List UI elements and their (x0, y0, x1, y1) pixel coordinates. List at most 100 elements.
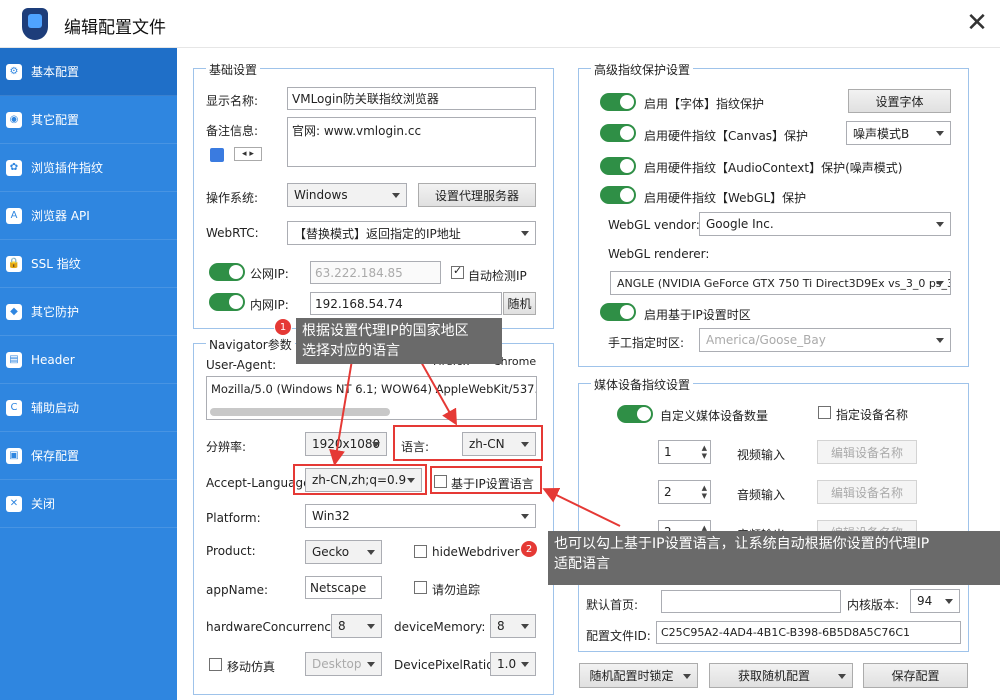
spinner-arrows-icon[interactable]: ▲▼ (702, 484, 707, 500)
save-config-button[interactable]: 保存配置 (863, 663, 968, 688)
mobile-emulation-checkbox[interactable] (209, 658, 222, 671)
product-select[interactable]: Gecko (305, 540, 382, 564)
timezone-value: America/Goose_Bay (706, 333, 826, 347)
specify-device-name-checkbox[interactable] (818, 406, 831, 419)
random-ip-button[interactable]: 随机 (503, 292, 536, 315)
audio-protection-label: 启用硬件指纹【AudioContext】保护(噪声模式) (644, 161, 903, 175)
auto-detect-checkbox[interactable] (451, 264, 464, 279)
sidebar-item-6[interactable]: ▤ Header (0, 336, 177, 384)
sidebar-item-8[interactable]: ▣ 保存配置 (0, 432, 177, 480)
chevron-down-icon (521, 231, 529, 236)
product-label: Product: (206, 544, 256, 558)
media-count-spinner[interactable]: 2 ▲▼ (658, 480, 711, 504)
edit-device-name-button[interactable]: 编辑设备名称 (817, 440, 917, 464)
kernel-version-value: 94 (917, 594, 933, 608)
hide-webdriver-label: hideWebdriver (432, 545, 520, 559)
timezone-select[interactable]: America/Goose_Bay (699, 328, 951, 352)
spinner-arrows-icon[interactable]: ▲▼ (702, 444, 707, 460)
chevron-down-icon (521, 624, 529, 629)
edit-device-name-button[interactable]: 编辑设备名称 (817, 480, 917, 504)
sidebar-item-label: 基本配置 (31, 65, 80, 79)
hw-concurrency-label: hardwareConcurrency: (206, 620, 342, 634)
canvas-mode-select[interactable]: 噪声模式B (846, 121, 951, 145)
sidebar-item-1[interactable]: ◉ 其它配置 (0, 96, 177, 144)
lock-on-random-button[interactable]: 随机配置时锁定 (579, 663, 698, 688)
chevron-down-icon (521, 662, 529, 667)
profile-id-input[interactable]: C25C95A2-4AD4-4B1C-B398-6B5D8A5C76C1 (656, 621, 961, 644)
dpr-select[interactable]: 1.0 (490, 652, 536, 676)
sidebar-item-9[interactable]: ✕ 关闭 (0, 480, 177, 528)
sidebar-item-0[interactable]: ⚙ 基本配置 (0, 48, 177, 96)
specify-device-name-label: 指定设备名称 (836, 408, 909, 422)
ua-scrollbar[interactable] (210, 408, 390, 416)
nav-arrows-icon[interactable]: ◂ ▸ (234, 147, 262, 161)
chevron-down-icon (367, 624, 375, 629)
sidebar: ⚙ 基本配置 ◉ 其它配置 ✿ 浏览插件指纹 A 浏览器 API 🔒 SSL 指纹 ◆ 其它防护 ▤ He… (0, 48, 177, 700)
close-icon[interactable]: ✕ (964, 8, 990, 38)
lock-icon: 🔒 (6, 255, 22, 272)
home-icon[interactable] (210, 148, 224, 162)
notes-textarea[interactable]: 官网: www.vmlogin.cc (287, 117, 536, 167)
chevron-down-icon (936, 281, 944, 286)
sidebar-item-4[interactable]: 🔒 SSL 指纹 (0, 240, 177, 288)
sidebar-item-label: 辅助启动 (31, 401, 80, 415)
device-memory-select[interactable]: 8 (490, 614, 536, 638)
get-random-config-label: 获取随机配置 (737, 669, 810, 683)
group-title: 高级指纹保护设置 (591, 61, 694, 78)
cmd-icon: C (6, 399, 22, 416)
private-ip-input[interactable]: 192.168.54.74 (310, 292, 502, 315)
sidebar-item-label: 浏览器 API (31, 209, 90, 223)
sidebar-item-7[interactable]: C 辅助启动 (0, 384, 177, 432)
hw-concurrency-select[interactable]: 8 (331, 614, 382, 638)
set-font-button[interactable]: 设置字体 (848, 89, 951, 113)
sidebar-item-5[interactable]: ◆ 其它防护 (0, 288, 177, 336)
private-ip-toggle[interactable] (209, 293, 245, 311)
save-icon: ▣ (6, 447, 22, 464)
chevron-down-icon (372, 442, 380, 447)
language-highlight (393, 425, 543, 461)
ip-language-highlight (430, 466, 542, 494)
webrtc-select[interactable]: 【替换模式】返回指定的IP地址 (287, 221, 536, 245)
mobile-mode-select[interactable]: Desktop (305, 652, 382, 676)
webgl-protection-toggle[interactable] (600, 186, 636, 204)
platform-select[interactable]: Win32 (305, 504, 536, 528)
do-not-track-checkbox[interactable] (414, 581, 427, 594)
sidebar-item-2[interactable]: ✿ 浏览插件指纹 (0, 144, 177, 192)
group-title: Navigator参数 (206, 336, 295, 353)
resolution-select[interactable]: 1920x1080 (305, 432, 387, 456)
audio-protection-toggle[interactable] (600, 157, 636, 175)
kernel-version-select[interactable]: 94 (910, 589, 960, 613)
dpr-value: 1.0 (497, 657, 517, 671)
chevron-down-icon (367, 550, 375, 555)
chevron-down-icon (838, 673, 846, 679)
lock-on-random-label: 随机配置时锁定 (589, 669, 674, 683)
get-random-config-button[interactable]: 获取随机配置 (709, 663, 853, 688)
public-ip-label: 公网IP: (250, 267, 289, 281)
proxy-settings-button[interactable]: 设置代理服务器 (418, 183, 536, 207)
device-memory-value: 8 (497, 619, 505, 633)
mobile-mode-value: Desktop (312, 657, 362, 671)
notes-label: 备注信息: (206, 124, 259, 138)
homepage-input[interactable] (661, 590, 841, 613)
public-ip-toggle[interactable] (209, 263, 245, 281)
webgl-vendor-select[interactable]: Google Inc. (699, 212, 951, 236)
public-ip-input[interactable]: 63.222.184.85 (310, 261, 441, 284)
sidebar-item-label: 关闭 (31, 497, 56, 511)
os-select[interactable]: Windows (287, 183, 407, 207)
resolution-value: 1920x1080 (312, 437, 381, 451)
webgl-renderer-select[interactable]: ANGLE (NVIDIA GeForce GTX 750 Ti Direct3… (610, 271, 951, 295)
canvas-protection-toggle[interactable] (600, 124, 636, 142)
media-count-spinner[interactable]: 1 ▲ ▼ (658, 440, 711, 464)
media-type-label: 视频输入 (737, 448, 786, 462)
callout-badge-1: 1 (274, 318, 292, 336)
sidebar-item-3[interactable]: A 浏览器 API (0, 192, 177, 240)
hide-webdriver-checkbox[interactable] (414, 545, 427, 558)
chevron-down-icon (367, 662, 375, 667)
display-name-input[interactable]: VMLogin防关联指纹浏览器 (287, 87, 536, 110)
custom-media-toggle[interactable] (617, 405, 653, 423)
font-protection-toggle[interactable] (600, 93, 636, 111)
timezone-toggle[interactable] (600, 303, 636, 321)
accept-language-highlight (293, 464, 427, 495)
webrtc-label: WebRTC: (206, 226, 259, 240)
appname-input[interactable]: Netscape (305, 576, 382, 599)
